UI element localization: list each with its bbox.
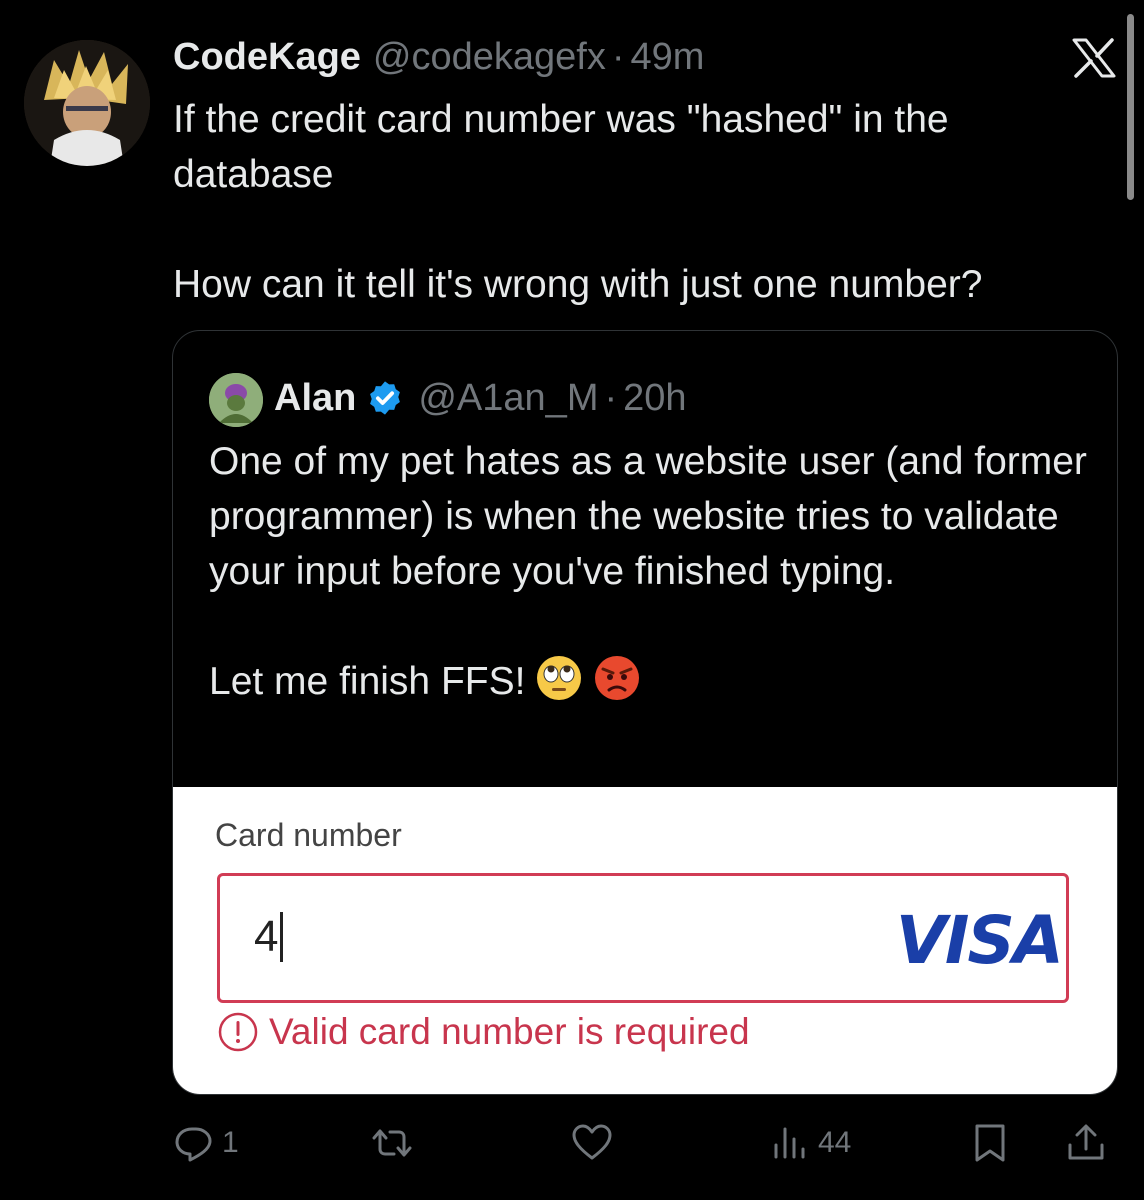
quoted-tweet[interactable]: Alan @A1an_M · 20h One of my pet hates a… [172,330,1118,1095]
quoted-author-name[interactable]: Alan [274,377,356,420]
bookmark-icon [975,1124,1005,1162]
validation-error-text: Valid card number is required [269,1011,750,1052]
text-caret [280,912,283,962]
tweet-action-bar: 1 44 [172,1116,1118,1170]
quoted-text-line-last: Let me finish FFS! [209,654,1099,709]
quoted-tweet-header: Alan @A1an_M · 20h [274,373,687,423]
error-alert-icon [218,1012,258,1052]
quoted-text-line: Let me finish FFS! [209,660,526,703]
avatar-image [24,40,150,166]
card-number-value: 4 [254,912,279,961]
reply-icon [175,1127,212,1162]
reply-button[interactable]: 1 [172,1116,239,1170]
verified-badge-icon [370,381,401,415]
card-number-input: 4 VISA [217,873,1069,1003]
tweet-timestamp[interactable]: 49m [631,36,705,79]
tweet-header: CodeKage @codekagefx · 49m [173,36,704,84]
bookmark-button[interactable] [968,1116,1012,1170]
share-button[interactable] [1064,1116,1108,1170]
card-number-label: Card number [215,817,402,853]
reply-count: 1 [222,1126,239,1159]
retweet-icon [372,1129,412,1157]
quoted-text-line: One of my pet hates as a website user (a… [209,440,1087,593]
quoted-tweet-timestamp[interactable]: 20h [623,377,686,420]
quoted-header-separator: · [604,376,618,419]
author-name[interactable]: CodeKage [173,36,361,79]
heart-icon [572,1124,612,1160]
validation-error: Valid card number is required [217,1011,750,1053]
views-button[interactable]: 44 [768,1116,851,1170]
quoted-tweet-image[interactable]: Card number 4 VISA Valid card number is … [173,787,1117,1094]
tweet-text-line: How can it tell it's wrong with just one… [173,263,983,306]
like-button[interactable] [570,1116,620,1170]
quoted-author-avatar[interactable] [209,373,263,427]
views-count: 44 [818,1126,852,1159]
header-separator: · [611,36,625,78]
author-handle[interactable]: @codekagefx [373,36,606,79]
tweet-text: If the credit card number was "hashed" i… [173,92,1103,312]
scrollbar[interactable] [1127,14,1134,200]
thistle-avatar-image [209,373,263,427]
x-logo-icon [1072,38,1116,78]
author-avatar[interactable] [24,40,150,166]
pouting-face-emoji-icon [595,656,640,700]
views-chart-icon [774,1127,805,1159]
rolling-eyes-emoji-icon [537,656,582,700]
quoted-tweet-text: One of my pet hates as a website user (a… [209,434,1099,709]
share-icon [1068,1124,1104,1160]
quoted-author-handle[interactable]: @A1an_M [418,377,598,420]
visa-logo: VISA [895,902,1064,979]
tweet-text-line: If the credit card number was "hashed" i… [173,98,949,196]
retweet-button[interactable] [370,1116,420,1170]
